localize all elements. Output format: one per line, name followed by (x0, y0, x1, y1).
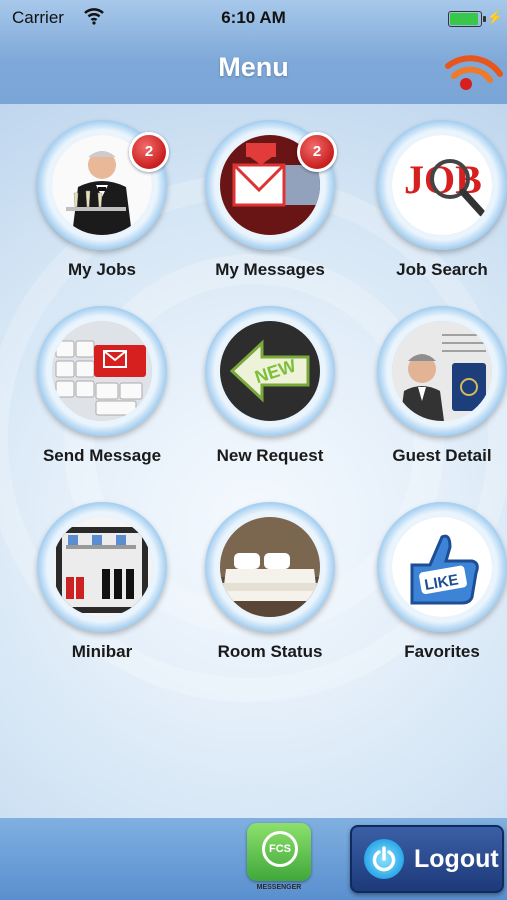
menu-item-circle: NEW (205, 306, 335, 436)
fcs-messenger-button[interactable]: FCS (247, 823, 311, 881)
page-title: Menu (218, 52, 289, 82)
menu-item-label: Minibar (71, 642, 133, 661)
notification-badge: 2 (129, 132, 169, 172)
status-bar: Carrier 6:10 AM ⚡ (0, 0, 507, 36)
bottom-bar: FCS MESSENGER Logout (0, 818, 507, 900)
menu-item-label: Send Message (42, 446, 162, 465)
menu-item-label: New Request (216, 446, 324, 465)
guest-passport-icon (392, 321, 492, 421)
keyboard-envelope-icon (52, 321, 152, 421)
rss-feed-icon[interactable] (444, 44, 504, 94)
job-magnifier-icon: JOB (392, 135, 492, 235)
bed-icon (220, 517, 320, 617)
status-time: 6:10 AM (221, 8, 286, 27)
menu-item-room-status[interactable]: Room Status (186, 502, 354, 682)
menu-item-new-request[interactable]: NEW New Request (186, 306, 354, 486)
menu-item-label: My Jobs (67, 260, 137, 279)
menu-item-favorites[interactable]: LIKE Favorites (358, 502, 507, 682)
fcs-caption: MESSENGER (256, 884, 302, 891)
header: Carrier 6:10 AM ⚡ Menu (0, 0, 507, 104)
menu-item-guest-detail[interactable]: Guest Detail (358, 306, 507, 486)
menu-item-job-search[interactable]: JOB Job Search (358, 120, 507, 300)
menu-item-label: My Messages (215, 260, 325, 279)
menu-item-send-message[interactable]: Send Message (18, 306, 186, 486)
power-icon (364, 839, 404, 879)
menu-item-circle (37, 306, 167, 436)
menu-item-minibar[interactable]: Minibar (18, 502, 186, 682)
menu-item-my-jobs[interactable]: 2 My Jobs (18, 120, 186, 300)
menu-item-circle (37, 502, 167, 632)
fcs-logo: FCS (262, 831, 298, 867)
logout-label: Logout (414, 845, 499, 873)
menu-item-label: Favorites (404, 642, 480, 661)
menu-item-circle (205, 502, 335, 632)
menu-grid: 2 My Jobs 2 My Messages JOB Job Search Send Me… (0, 104, 507, 818)
menu-item-circle (377, 306, 507, 436)
menu-item-my-messages[interactable]: 2 My Messages (186, 120, 354, 300)
app-screen: Carrier 6:10 AM ⚡ Menu 2 My Jobs 2 My Messa… (0, 0, 507, 900)
battery-level (450, 13, 478, 25)
like-thumb-icon: LIKE (392, 517, 492, 617)
minibar-fridge-icon (52, 517, 152, 617)
notification-badge: 2 (297, 132, 337, 172)
menu-item-label: Guest Detail (392, 446, 492, 465)
menu-item-label: Job Search (396, 260, 488, 279)
menu-item-circle: LIKE (377, 502, 507, 632)
menu-item-label: Room Status (217, 642, 323, 661)
new-arrow-icon: NEW (220, 321, 320, 421)
logout-button[interactable]: Logout (350, 825, 504, 893)
charging-icon: ⚡ (486, 9, 504, 25)
menu-item-circle: JOB (377, 120, 507, 250)
battery-icon (448, 11, 486, 27)
